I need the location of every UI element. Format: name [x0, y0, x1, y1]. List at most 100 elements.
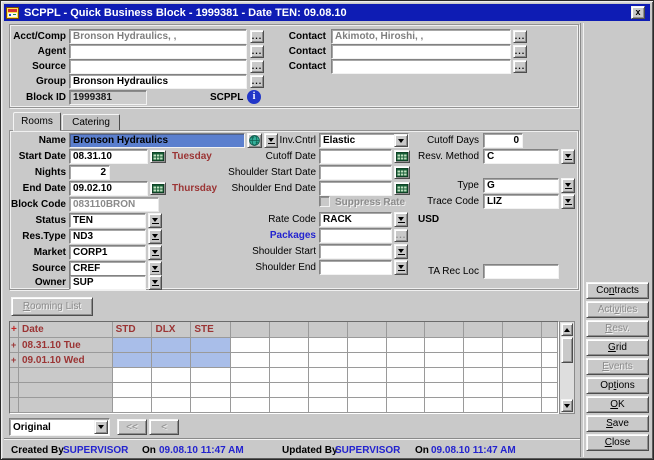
- nights-field[interactable]: 2: [69, 165, 110, 180]
- grid-add-row-icon[interactable]: +: [10, 322, 19, 338]
- grid-cell[interactable]: [425, 338, 464, 353]
- source-lookup-button[interactable]: ...: [250, 60, 264, 73]
- grid-cell[interactable]: [309, 398, 348, 413]
- end-date-calendar-icon[interactable]: [150, 182, 166, 195]
- contact2-field[interactable]: [331, 44, 511, 59]
- grid-scrollbar[interactable]: [559, 321, 575, 414]
- group-lookup-button[interactable]: ...: [250, 75, 264, 88]
- cutoff-date-field[interactable]: [319, 149, 392, 164]
- resv-method-field[interactable]: C: [483, 149, 559, 164]
- packages-link[interactable]: Packages: [206, 230, 316, 242]
- grid-cell[interactable]: [113, 338, 153, 353]
- grid-cell[interactable]: [152, 383, 191, 398]
- grid-cell[interactable]: [348, 383, 387, 398]
- grid-cell[interactable]: [113, 398, 153, 413]
- grid-date-cell[interactable]: [19, 383, 113, 398]
- grid-cell[interactable]: [542, 368, 558, 383]
- grid-cell[interactable]: [152, 338, 191, 353]
- grid-cell[interactable]: [270, 398, 309, 413]
- trace-code-field[interactable]: LIZ: [483, 194, 559, 209]
- view-combo-dropdown-icon[interactable]: [94, 420, 108, 434]
- type-dropdown-icon[interactable]: [561, 178, 575, 193]
- grid-cell[interactable]: [348, 353, 387, 368]
- grid-cell[interactable]: [309, 383, 348, 398]
- grid-cell[interactable]: [231, 368, 270, 383]
- grid-cell[interactable]: [191, 383, 231, 398]
- grid-cell[interactable]: [387, 368, 426, 383]
- grid-cell[interactable]: [152, 368, 191, 383]
- inv-cntrl-dropdown-icon[interactable]: [394, 134, 408, 147]
- scroll-thumb[interactable]: [561, 337, 573, 363]
- grid-cell[interactable]: [503, 368, 542, 383]
- grid-cell[interactable]: [464, 353, 503, 368]
- grid-cell[interactable]: [191, 338, 231, 353]
- grid-cell[interactable]: [542, 398, 558, 413]
- grid-cell[interactable]: [387, 383, 426, 398]
- room-source-dropdown-icon[interactable]: [148, 261, 162, 276]
- agent-lookup-button[interactable]: ...: [250, 45, 264, 58]
- status-field[interactable]: TEN: [69, 213, 146, 228]
- side-button-contracts[interactable]: Contracts: [586, 282, 649, 299]
- resv-method-dropdown-icon[interactable]: [561, 149, 575, 164]
- end-date-field[interactable]: 09.02.10: [69, 181, 148, 196]
- rate-code-field[interactable]: RACK: [319, 212, 392, 227]
- shoulder-start-date-calendar-icon[interactable]: [394, 166, 410, 179]
- source-field[interactable]: [69, 59, 247, 74]
- grid-cell[interactable]: [309, 353, 348, 368]
- grid-cell[interactable]: [152, 398, 191, 413]
- grid-cell[interactable]: [464, 368, 503, 383]
- grid-cell[interactable]: [270, 353, 309, 368]
- start-date-calendar-icon[interactable]: [150, 150, 166, 163]
- shoulder-end-field[interactable]: [319, 260, 392, 275]
- grid-cell[interactable]: [113, 383, 153, 398]
- grid-cell[interactable]: [387, 398, 426, 413]
- grid-cell[interactable]: [348, 338, 387, 353]
- grid-cell[interactable]: [503, 338, 542, 353]
- scroll-up-icon[interactable]: [561, 323, 573, 336]
- info-icon[interactable]: i: [247, 90, 261, 104]
- rate-code-dropdown-icon[interactable]: [394, 212, 408, 227]
- grid-cell[interactable]: [464, 398, 503, 413]
- grid-cell[interactable]: [231, 338, 270, 353]
- contact1-lookup-button[interactable]: ...: [513, 30, 527, 43]
- side-button-close[interactable]: Close: [586, 434, 649, 451]
- contact2-lookup-button[interactable]: ...: [513, 45, 527, 58]
- grid-cell[interactable]: [348, 398, 387, 413]
- shoulder-start-date-field[interactable]: [319, 165, 392, 180]
- grid-cell[interactable]: [387, 353, 426, 368]
- agent-field[interactable]: [69, 44, 247, 59]
- grid-cell[interactable]: [309, 338, 348, 353]
- close-icon[interactable]: x: [631, 6, 645, 19]
- grid-cell[interactable]: [309, 368, 348, 383]
- grid-cell[interactable]: [542, 383, 558, 398]
- trace-code-dropdown-icon[interactable]: [561, 194, 575, 209]
- grid-date-cell[interactable]: [19, 368, 113, 383]
- grid-cell[interactable]: [191, 353, 231, 368]
- type-field[interactable]: G: [483, 178, 559, 193]
- grid-cell[interactable]: [191, 398, 231, 413]
- side-button-grid[interactable]: Grid: [586, 339, 649, 356]
- grid-cell[interactable]: [503, 383, 542, 398]
- side-button-ok[interactable]: OK: [586, 396, 649, 413]
- grid-cell[interactable]: [231, 383, 270, 398]
- grid-cell[interactable]: [270, 383, 309, 398]
- res-type-dropdown-icon[interactable]: [148, 229, 162, 244]
- grid-cell[interactable]: [503, 353, 542, 368]
- grid-cell[interactable]: [542, 353, 558, 368]
- grid-cell[interactable]: [113, 353, 153, 368]
- grid-date-cell[interactable]: [19, 398, 113, 413]
- grid-cell[interactable]: [464, 338, 503, 353]
- grid-cell[interactable]: [425, 398, 464, 413]
- room-source-field[interactable]: CREF: [69, 261, 146, 276]
- packages-field[interactable]: [319, 228, 392, 243]
- contact3-lookup-button[interactable]: ...: [513, 60, 527, 73]
- grid-cell[interactable]: [270, 368, 309, 383]
- shoulder-start-field[interactable]: [319, 244, 392, 259]
- tab-catering[interactable]: Catering: [62, 114, 120, 131]
- market-field[interactable]: CORP1: [69, 245, 146, 260]
- ta-rec-loc-field[interactable]: [483, 264, 559, 279]
- scroll-down-icon[interactable]: [561, 399, 573, 412]
- shoulder-start-dropdown-icon[interactable]: [394, 244, 408, 259]
- contact3-field[interactable]: [331, 59, 511, 74]
- grid-cell[interactable]: [348, 368, 387, 383]
